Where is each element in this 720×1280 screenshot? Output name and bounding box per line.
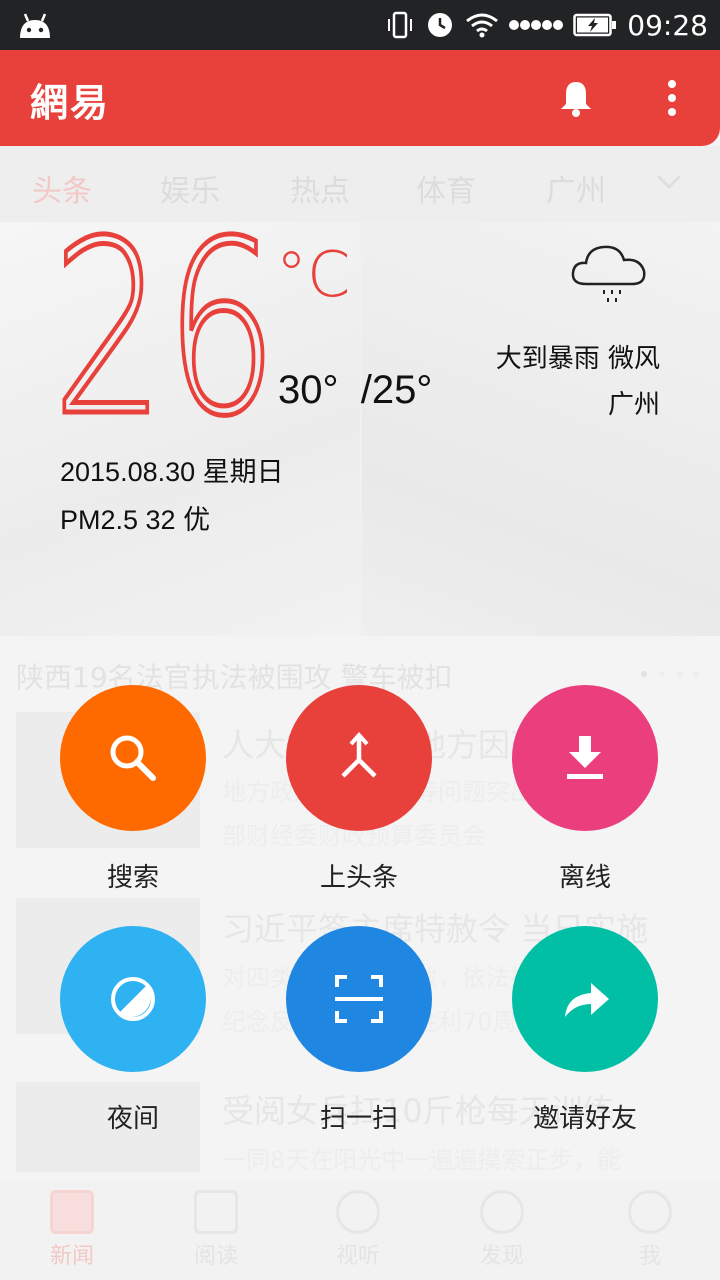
nav-me[interactable]: 我 bbox=[590, 1190, 710, 1270]
app-bar: 網易 bbox=[0, 50, 720, 146]
carousel-dots bbox=[641, 671, 699, 677]
weather-city: 广州 bbox=[607, 390, 660, 420]
nav-reading[interactable]: 阅读 bbox=[156, 1190, 276, 1270]
scan-icon bbox=[335, 975, 383, 1023]
air-quality: PM2.5 32 优 bbox=[60, 505, 211, 535]
wifi-icon bbox=[466, 13, 499, 38]
merge-arrow-icon bbox=[341, 731, 377, 778]
night-mode-icon bbox=[111, 977, 155, 1021]
action-label: 上头条 bbox=[319, 863, 398, 893]
profile-icon bbox=[628, 1190, 672, 1234]
more-icon[interactable] bbox=[662, 78, 682, 118]
action-label: 邀请好友 bbox=[532, 1104, 637, 1134]
rain-cloud-icon bbox=[571, 245, 646, 302]
weather-date: 2015.08.30 星期日 bbox=[60, 457, 284, 487]
search-button[interactable] bbox=[60, 685, 206, 831]
scan-action[interactable]: 扫一扫 bbox=[259, 926, 459, 1135]
news-summary: 一同8天在阳光中一遍遍摸索正步，能 bbox=[222, 1146, 622, 1174]
discover-icon bbox=[480, 1190, 524, 1234]
nav-label: 视听 bbox=[335, 1244, 380, 1269]
temperature-value: 26 bbox=[52, 222, 281, 422]
hero-photo-right bbox=[362, 222, 720, 636]
nav-label: 发现 bbox=[479, 1244, 524, 1269]
tab-hot[interactable]: 热点 bbox=[290, 166, 350, 210]
nav-discover[interactable]: 发现 bbox=[442, 1190, 562, 1270]
search-icon bbox=[110, 735, 156, 781]
app-logo: 網易 bbox=[30, 80, 111, 125]
top-news-action[interactable]: 上头条 bbox=[259, 685, 459, 894]
action-label: 搜索 bbox=[106, 863, 159, 893]
scan-button[interactable] bbox=[286, 926, 432, 1072]
tab-bar: 头条 娱乐 热点 体育 广州 bbox=[0, 146, 720, 222]
nav-video[interactable]: 视听 bbox=[298, 1190, 418, 1270]
night-mode-button[interactable] bbox=[60, 926, 206, 1072]
share-icon bbox=[565, 983, 609, 1017]
chevron-down-icon[interactable] bbox=[655, 172, 683, 192]
book-icon bbox=[194, 1190, 238, 1234]
top-news-button[interactable] bbox=[286, 685, 432, 831]
tab-sports[interactable]: 体育 bbox=[416, 166, 476, 210]
nav-news[interactable]: 新闻 bbox=[12, 1190, 132, 1270]
tab-guangzhou[interactable]: 广州 bbox=[546, 166, 606, 210]
temp-low: /25° bbox=[360, 368, 433, 412]
status-bar: 09:28 bbox=[0, 0, 720, 50]
android-icon bbox=[20, 13, 50, 38]
battery-charging-icon bbox=[573, 13, 617, 37]
invite-button[interactable] bbox=[512, 926, 658, 1072]
action-label: 夜间 bbox=[106, 1104, 159, 1134]
action-label: 扫一扫 bbox=[319, 1104, 398, 1134]
invite-action[interactable]: 邀请好友 bbox=[485, 926, 685, 1135]
tab-headlines[interactable]: 头条 bbox=[32, 166, 92, 210]
download-icon bbox=[567, 736, 603, 779]
play-icon bbox=[336, 1190, 380, 1234]
temp-high: 30° bbox=[278, 368, 339, 412]
vibrate-icon bbox=[388, 11, 413, 39]
nav-label: 新闻 bbox=[49, 1244, 94, 1269]
temperature-range: 30° /25° bbox=[278, 368, 432, 413]
signal-dots-icon bbox=[509, 20, 564, 30]
offline-button[interactable] bbox=[512, 685, 658, 831]
action-label: 离线 bbox=[558, 863, 611, 893]
nav-label: 我 bbox=[638, 1244, 661, 1269]
news-icon bbox=[50, 1190, 94, 1234]
bell-icon[interactable] bbox=[558, 78, 594, 118]
nav-label: 阅读 bbox=[193, 1244, 238, 1269]
offline-action[interactable]: 离线 bbox=[485, 685, 685, 894]
weather-condition: 大到暴雨 微风 bbox=[495, 344, 660, 374]
status-time: 09:28 bbox=[627, 8, 708, 42]
temperature-unit: °C bbox=[276, 238, 351, 311]
alarm-icon bbox=[428, 13, 453, 37]
night-mode-action[interactable]: 夜间 bbox=[33, 926, 233, 1135]
tab-entertainment[interactable]: 娱乐 bbox=[160, 166, 220, 210]
bottom-nav: 新闻 阅读 视听 发现 我 bbox=[0, 1180, 720, 1280]
svg-text:26: 26 bbox=[52, 222, 278, 422]
search-action[interactable]: 搜索 bbox=[33, 685, 233, 894]
